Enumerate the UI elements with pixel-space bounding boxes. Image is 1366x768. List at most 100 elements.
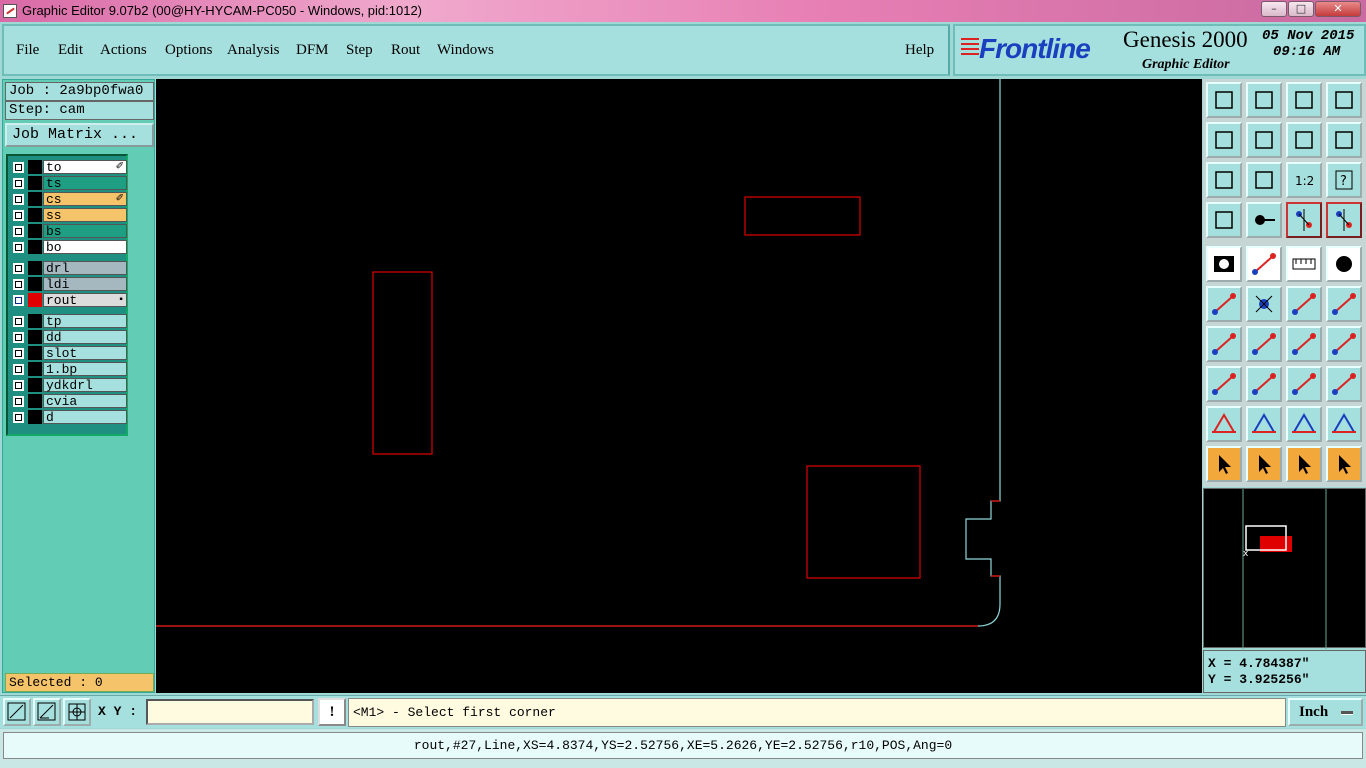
vertex-3-button[interactable] bbox=[1326, 406, 1362, 442]
layer-name[interactable]: ldi bbox=[43, 277, 127, 291]
select-button[interactable] bbox=[1206, 446, 1242, 482]
job-matrix-button[interactable]: Job Matrix ... bbox=[5, 123, 154, 147]
layer-name[interactable]: ts bbox=[43, 176, 127, 190]
mirror-button[interactable] bbox=[1326, 326, 1362, 362]
layer-row-ts[interactable]: ts bbox=[10, 176, 127, 190]
layer-color-swatch[interactable] bbox=[28, 240, 42, 254]
layer-color-swatch[interactable] bbox=[28, 330, 42, 344]
settings-button[interactable] bbox=[1206, 202, 1242, 238]
zoom-fit-button[interactable] bbox=[1206, 162, 1242, 198]
layer-row-slot[interactable]: slot bbox=[10, 346, 127, 360]
connect-button[interactable] bbox=[1206, 286, 1242, 322]
layer-color-swatch[interactable] bbox=[28, 293, 42, 307]
layer-row-cs[interactable]: cs ✐ bbox=[10, 192, 127, 206]
menu-rout[interactable]: Rout bbox=[391, 42, 420, 59]
undo-view-button[interactable] bbox=[1286, 122, 1322, 158]
close-button[interactable]: ✕ bbox=[1315, 1, 1361, 17]
pad-button[interactable] bbox=[1246, 202, 1282, 238]
zoom-home-button[interactable] bbox=[1206, 82, 1242, 118]
layer-checkbox[interactable] bbox=[13, 380, 24, 391]
layer-color-swatch[interactable] bbox=[28, 277, 42, 291]
layer-name[interactable]: bs bbox=[43, 224, 127, 238]
cut-button[interactable] bbox=[1246, 366, 1282, 402]
layer-checkbox[interactable] bbox=[13, 348, 24, 359]
layer-color-swatch[interactable] bbox=[28, 378, 42, 392]
menu-help[interactable]: Help bbox=[905, 42, 934, 59]
snap-point-2-button[interactable] bbox=[1326, 286, 1362, 322]
layer-color-swatch[interactable] bbox=[28, 192, 42, 206]
layer-row-dd[interactable]: dd bbox=[10, 330, 127, 344]
layer-name[interactable]: d bbox=[43, 410, 127, 424]
overview-panel[interactable]: x bbox=[1203, 488, 1366, 649]
measure-button[interactable] bbox=[33, 698, 61, 726]
layer-row-bo[interactable]: bo bbox=[10, 240, 127, 254]
layer-row-ldi[interactable]: ldi bbox=[10, 277, 127, 291]
layer-name[interactable]: cs ✐ bbox=[43, 192, 127, 206]
layer-row-ss[interactable]: ss bbox=[10, 208, 127, 222]
net-highlight-2-button[interactable] bbox=[1326, 202, 1362, 238]
measure-button[interactable] bbox=[1286, 366, 1322, 402]
layer-checkbox[interactable] bbox=[13, 178, 24, 189]
layer-checkbox[interactable] bbox=[13, 162, 24, 173]
scale-1-2-button[interactable]: 1:2 bbox=[1286, 162, 1322, 198]
layer-color-swatch[interactable] bbox=[28, 261, 42, 275]
execute-button[interactable]: ! bbox=[318, 698, 346, 726]
layer-checkbox[interactable] bbox=[13, 194, 24, 205]
layer-color-swatch[interactable] bbox=[28, 362, 42, 376]
cross-button[interactable] bbox=[1246, 286, 1282, 322]
snap-point-button[interactable] bbox=[1286, 286, 1322, 322]
layer-row-d[interactable]: d bbox=[10, 410, 127, 424]
layer-color-swatch[interactable] bbox=[28, 346, 42, 360]
menu-step[interactable]: Step bbox=[346, 42, 373, 59]
grid-button[interactable] bbox=[63, 698, 91, 726]
xy-input[interactable] bbox=[146, 699, 314, 725]
layer-checkbox[interactable] bbox=[13, 364, 24, 375]
layer-color-swatch[interactable] bbox=[28, 176, 42, 190]
layer-row-1-bp[interactable]: 1.bp bbox=[10, 362, 127, 376]
zoom-area-button[interactable] bbox=[3, 698, 31, 726]
layer-color-swatch[interactable] bbox=[28, 224, 42, 238]
layer-checkbox[interactable] bbox=[13, 295, 24, 306]
line-angle-button[interactable] bbox=[1206, 326, 1242, 362]
layer-row-to[interactable]: to ✐ bbox=[10, 160, 127, 174]
help-button[interactable]: ? bbox=[1326, 162, 1362, 198]
node-button[interactable] bbox=[1206, 366, 1242, 402]
layer-checkbox[interactable] bbox=[13, 279, 24, 290]
layer-checkbox[interactable] bbox=[13, 226, 24, 237]
minimize-button[interactable]: – bbox=[1261, 1, 1287, 17]
menu-analysis[interactable]: Analysis bbox=[227, 42, 280, 59]
layer-checkbox[interactable] bbox=[13, 412, 24, 423]
menu-windows[interactable]: Windows bbox=[437, 42, 494, 59]
home-button[interactable] bbox=[1286, 82, 1322, 118]
layer-row-rout[interactable]: rout ▪ bbox=[10, 293, 127, 307]
ruler-button[interactable] bbox=[1286, 246, 1322, 282]
pan-left-button[interactable] bbox=[1206, 122, 1242, 158]
layer-checkbox[interactable] bbox=[13, 396, 24, 407]
menu-file[interactable]: File bbox=[16, 42, 39, 59]
layer-name[interactable]: ydkdrl bbox=[43, 378, 127, 392]
select-box-button[interactable] bbox=[1246, 446, 1282, 482]
layer-color-swatch[interactable] bbox=[28, 160, 42, 174]
dot-button[interactable] bbox=[1326, 246, 1362, 282]
layer-name[interactable]: slot bbox=[43, 346, 127, 360]
layer-name[interactable]: drl bbox=[43, 261, 127, 275]
layer-name[interactable]: to ✐ bbox=[43, 160, 127, 174]
maximize-button[interactable]: □ bbox=[1288, 1, 1314, 17]
menu-options[interactable]: Options bbox=[165, 42, 213, 59]
layer-name[interactable]: ss bbox=[43, 208, 127, 222]
menu-edit[interactable]: Edit bbox=[58, 42, 83, 59]
arc-button[interactable] bbox=[1286, 326, 1322, 362]
triangle-button[interactable] bbox=[1206, 406, 1242, 442]
layer-row-drl[interactable]: drl bbox=[10, 261, 127, 275]
units-select[interactable]: Inch bbox=[1288, 698, 1363, 726]
graphic-canvas[interactable] bbox=[156, 79, 1202, 693]
layer-checkbox[interactable] bbox=[13, 316, 24, 327]
layer-color-swatch[interactable] bbox=[28, 394, 42, 408]
layer-name[interactable]: 1.bp bbox=[43, 362, 127, 376]
layer-color-swatch[interactable] bbox=[28, 410, 42, 424]
menu-dfm[interactable]: DFM bbox=[296, 42, 329, 59]
layer-row-bs[interactable]: bs bbox=[10, 224, 127, 238]
net-highlight-button[interactable] bbox=[1286, 202, 1322, 238]
layer-name[interactable]: dd bbox=[43, 330, 127, 344]
layer-name[interactable]: rout ▪ bbox=[43, 293, 127, 307]
